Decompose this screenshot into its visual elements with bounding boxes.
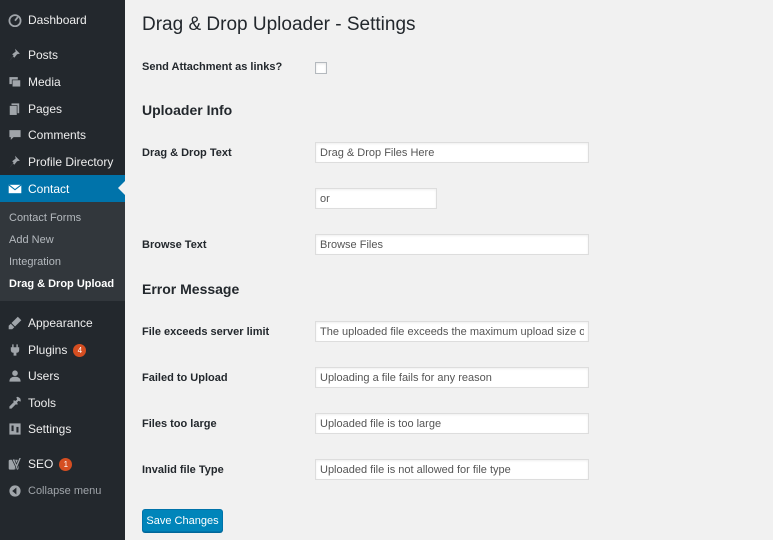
comment-icon xyxy=(8,128,22,142)
sidebar-item-label: Dashboard xyxy=(28,13,87,27)
sidebar-item-posts[interactable]: Posts xyxy=(0,42,125,68)
sidebar-item-label: SEO xyxy=(28,457,54,471)
sidebar-item-pages[interactable]: Pages xyxy=(0,96,125,122)
sidebar-item-users[interactable]: Users xyxy=(0,363,125,389)
browse-text-input[interactable] xyxy=(315,234,589,255)
collapse-menu-button[interactable]: Collapse menu xyxy=(0,478,125,504)
sidebar-item-label: Posts xyxy=(28,48,59,62)
sidebar-item-label: Tools xyxy=(28,396,57,410)
pin-icon xyxy=(8,48,22,62)
drag-drop-text-label: Drag & Drop Text xyxy=(142,147,232,159)
error-message-heading: Error Message xyxy=(142,281,240,297)
collapse-arrow-icon xyxy=(8,484,22,498)
plug-icon xyxy=(8,343,22,357)
submenu-item-contact-forms[interactable]: Contact Forms xyxy=(9,212,81,224)
active-indicator xyxy=(118,181,125,195)
pages-icon xyxy=(8,102,22,116)
wrench-icon xyxy=(8,396,22,410)
server-limit-label: File exceeds server limit xyxy=(142,326,270,338)
sidebar-item-label: Pages xyxy=(28,102,63,116)
submenu-item-integration[interactable]: Integration xyxy=(9,256,61,268)
yoast-icon xyxy=(8,457,22,471)
sidebar-item-label: Appearance xyxy=(28,316,93,330)
pin-icon xyxy=(8,155,22,169)
sidebar-item-tools[interactable]: Tools xyxy=(0,390,125,416)
save-changes-button[interactable]: Save Changes xyxy=(142,509,223,532)
submenu-item-drag-drop-upload[interactable]: Drag & Drop Upload xyxy=(9,278,114,290)
invalid-file-type-input[interactable] xyxy=(315,459,589,480)
envelope-icon xyxy=(8,182,22,196)
file-too-large-input[interactable] xyxy=(315,413,589,434)
separator-text-input[interactable] xyxy=(315,188,437,209)
sidebar-item-media[interactable]: Media xyxy=(0,69,125,95)
sidebar-item-dashboard[interactable]: Dashboard xyxy=(0,7,125,33)
file-too-large-label: Files too large xyxy=(142,418,217,430)
sidebar-item-label: Contact xyxy=(28,181,70,196)
sidebar-item-settings[interactable]: Settings xyxy=(0,416,125,442)
brush-icon xyxy=(8,316,22,330)
sidebar-item-label: Media xyxy=(28,75,61,89)
sidebar-item-label: Settings xyxy=(28,422,72,436)
sidebar-item-contact[interactable]: Contact xyxy=(0,175,125,202)
contact-submenu: Contact Forms Add New Integration Drag &… xyxy=(0,202,125,301)
uploader-info-heading: Uploader Info xyxy=(142,102,233,118)
settings-icon xyxy=(8,422,22,436)
sidebar-item-label: Comments xyxy=(28,128,87,142)
dashboard-icon xyxy=(8,13,22,27)
sidebar-item-label: Plugins xyxy=(28,343,68,357)
sidebar-item-label: Profile Directory xyxy=(28,155,114,169)
sidebar-item-comments[interactable]: Comments xyxy=(0,122,125,148)
sidebar-item-profile-directory[interactable]: Profile Directory xyxy=(0,149,125,175)
drag-drop-text-input[interactable] xyxy=(315,142,589,163)
sidebar-item-label: Users xyxy=(28,369,60,383)
failed-upload-label: Failed to Upload xyxy=(142,372,228,384)
user-icon xyxy=(8,369,22,383)
seo-notification-badge: 1 xyxy=(59,457,73,471)
sidebar-item-seo[interactable]: SEO 1 xyxy=(0,451,125,477)
sidebar-item-appearance[interactable]: Appearance xyxy=(0,310,125,336)
page-title: Drag & Drop Uploader - Settings xyxy=(142,14,416,35)
submenu-item-add-new[interactable]: Add New xyxy=(9,234,54,246)
invalid-file-type-label: Invalid file Type xyxy=(142,464,224,476)
collapse-menu-label: Collapse menu xyxy=(28,485,102,497)
browse-text-label: Browse Text xyxy=(142,239,207,251)
failed-upload-input[interactable] xyxy=(315,367,589,388)
admin-sidebar: Dashboard Posts Media Pages Comments Pro… xyxy=(0,0,125,540)
server-limit-input[interactable] xyxy=(315,321,589,342)
attachment-links-checkbox[interactable] xyxy=(315,62,327,74)
sidebar-item-plugins[interactable]: Plugins 4 xyxy=(0,337,125,363)
plugins-update-badge: 4 xyxy=(73,343,87,357)
settings-main: Drag & Drop Uploader - Settings Send Att… xyxy=(125,0,773,540)
media-icon xyxy=(8,75,22,89)
attachment-links-label: Send Attachment as links? xyxy=(142,61,283,73)
